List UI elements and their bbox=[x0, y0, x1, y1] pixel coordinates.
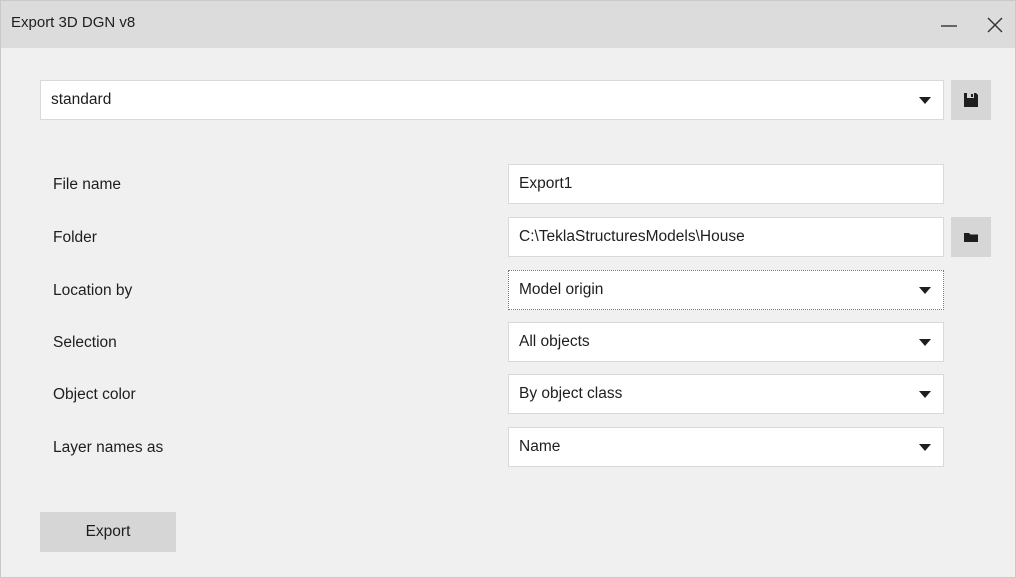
file-name-value: Export1 bbox=[519, 175, 573, 192]
location-by-label: Location by bbox=[53, 282, 133, 299]
object-color-dropdown[interactable]: By object class bbox=[508, 374, 944, 414]
selection-label: Selection bbox=[53, 334, 117, 351]
export-button[interactable]: Export bbox=[40, 512, 176, 552]
save-settings-button[interactable] bbox=[951, 80, 991, 120]
dialog-content: standard File name Export1 Folder C:\Tek… bbox=[1, 48, 1015, 577]
export-dialog: Export 3D DGN v8 standard File name Expo… bbox=[0, 0, 1016, 578]
folder-input[interactable]: C:\TeklaStructuresModels\House bbox=[508, 217, 944, 257]
window-title: Export 3D DGN v8 bbox=[11, 14, 136, 31]
layer-names-as-dropdown[interactable]: Name bbox=[508, 427, 944, 467]
settings-dropdown[interactable]: standard bbox=[40, 80, 944, 120]
object-color-label: Object color bbox=[53, 386, 136, 403]
browse-folder-button[interactable] bbox=[951, 217, 991, 257]
chevron-down-icon bbox=[919, 391, 931, 398]
minimize-icon bbox=[941, 25, 957, 27]
location-by-value: Model origin bbox=[519, 281, 604, 298]
close-button[interactable] bbox=[981, 11, 1009, 39]
chevron-down-icon bbox=[919, 339, 931, 346]
layer-names-as-value: Name bbox=[519, 438, 561, 455]
chevron-down-icon bbox=[919, 97, 931, 104]
folder-icon bbox=[964, 233, 978, 242]
selection-value: All objects bbox=[519, 333, 590, 350]
location-by-dropdown[interactable]: Model origin bbox=[508, 270, 944, 310]
folder-label: Folder bbox=[53, 229, 97, 246]
minimize-button[interactable] bbox=[935, 11, 963, 39]
file-name-label: File name bbox=[53, 176, 122, 193]
close-icon bbox=[987, 17, 1003, 33]
save-icon bbox=[964, 93, 978, 107]
settings-selected-value: standard bbox=[51, 91, 112, 108]
object-color-value: By object class bbox=[519, 385, 623, 402]
file-name-input[interactable]: Export1 bbox=[508, 164, 944, 204]
selection-dropdown[interactable]: All objects bbox=[508, 322, 944, 362]
title-bar[interactable]: Export 3D DGN v8 bbox=[1, 1, 1015, 48]
folder-value: C:\TeklaStructuresModels\House bbox=[519, 228, 745, 245]
layer-names-as-label: Layer names as bbox=[53, 439, 164, 456]
chevron-down-icon bbox=[919, 444, 931, 451]
chevron-down-icon bbox=[919, 287, 931, 294]
